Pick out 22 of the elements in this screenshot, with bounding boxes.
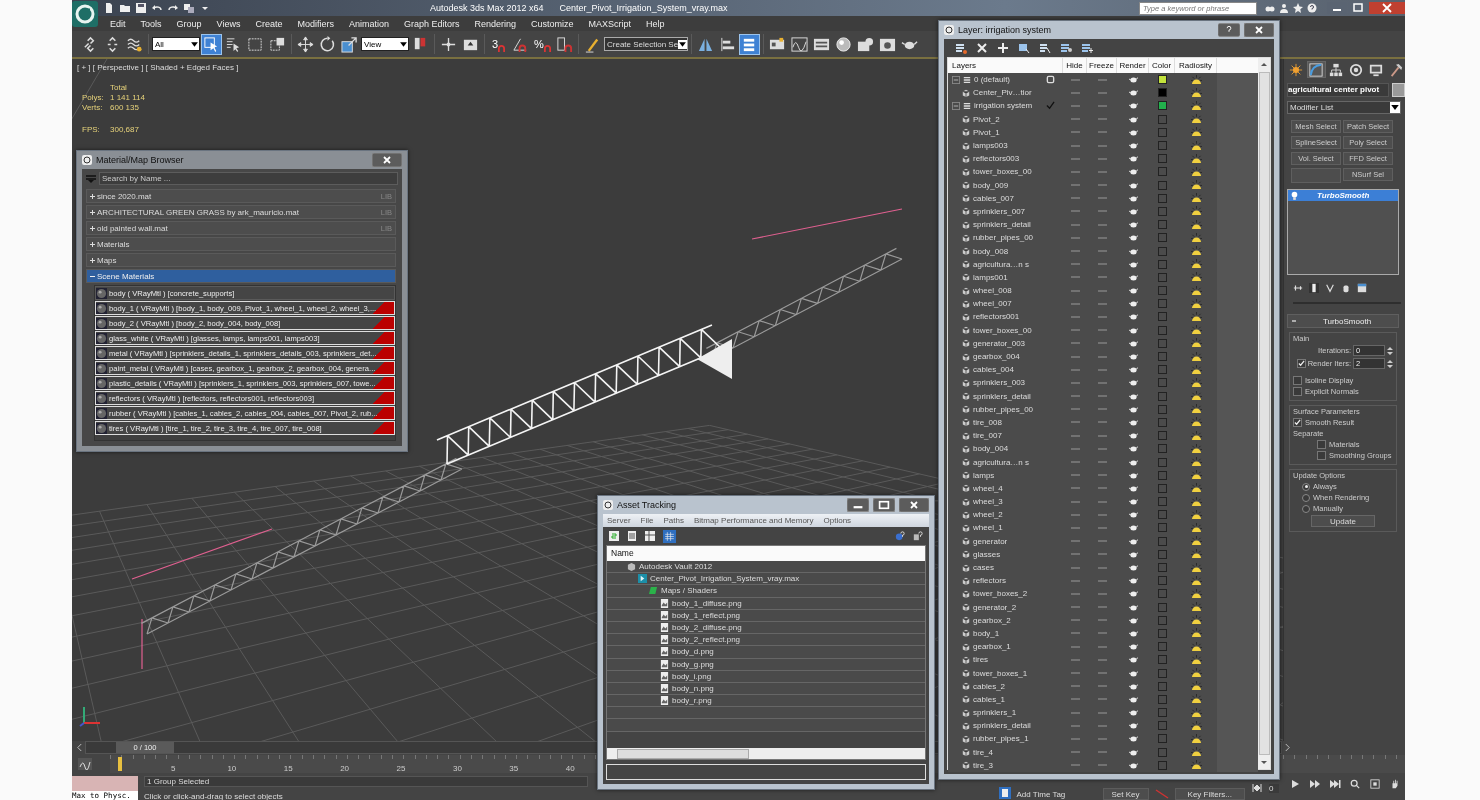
frame-tick-label: 30 [452, 764, 463, 773]
frame-tick-label: 10 [227, 764, 238, 773]
frame-tick-label: 20 [340, 764, 351, 773]
window-title: Material/Map Browser [96, 155, 184, 165]
stat-label: Polys: [82, 93, 105, 102]
prompt-text: Click or click-and-drag to select objects [144, 791, 284, 800]
stat-label: FPS: [82, 125, 101, 134]
stat-value: 600 135 [110, 103, 139, 112]
frame-tick-label: 5 [171, 764, 177, 773]
file-title: Center_Pivot_Irrigation_System_vray.max [559, 3, 728, 13]
frame-tick-label: 40 [565, 764, 576, 773]
stat-value: 300,687 [110, 125, 139, 134]
frame-tick-label: 15 [283, 764, 294, 773]
window-title: Asset Tracking [617, 500, 677, 510]
window-title: Layer: irrigation system [958, 25, 1052, 35]
stat-label: Verts: [82, 103, 104, 112]
app-title: Autodesk 3ds Max 2012 x64 [430, 3, 544, 13]
stats-header: Total [110, 83, 128, 92]
frame-tick-label: 25 [396, 764, 407, 773]
stat-value: 1 141 114 [110, 93, 145, 102]
frame-tick-label: 35 [509, 764, 520, 773]
selection-status: 1 Group Selected [144, 775, 588, 787]
